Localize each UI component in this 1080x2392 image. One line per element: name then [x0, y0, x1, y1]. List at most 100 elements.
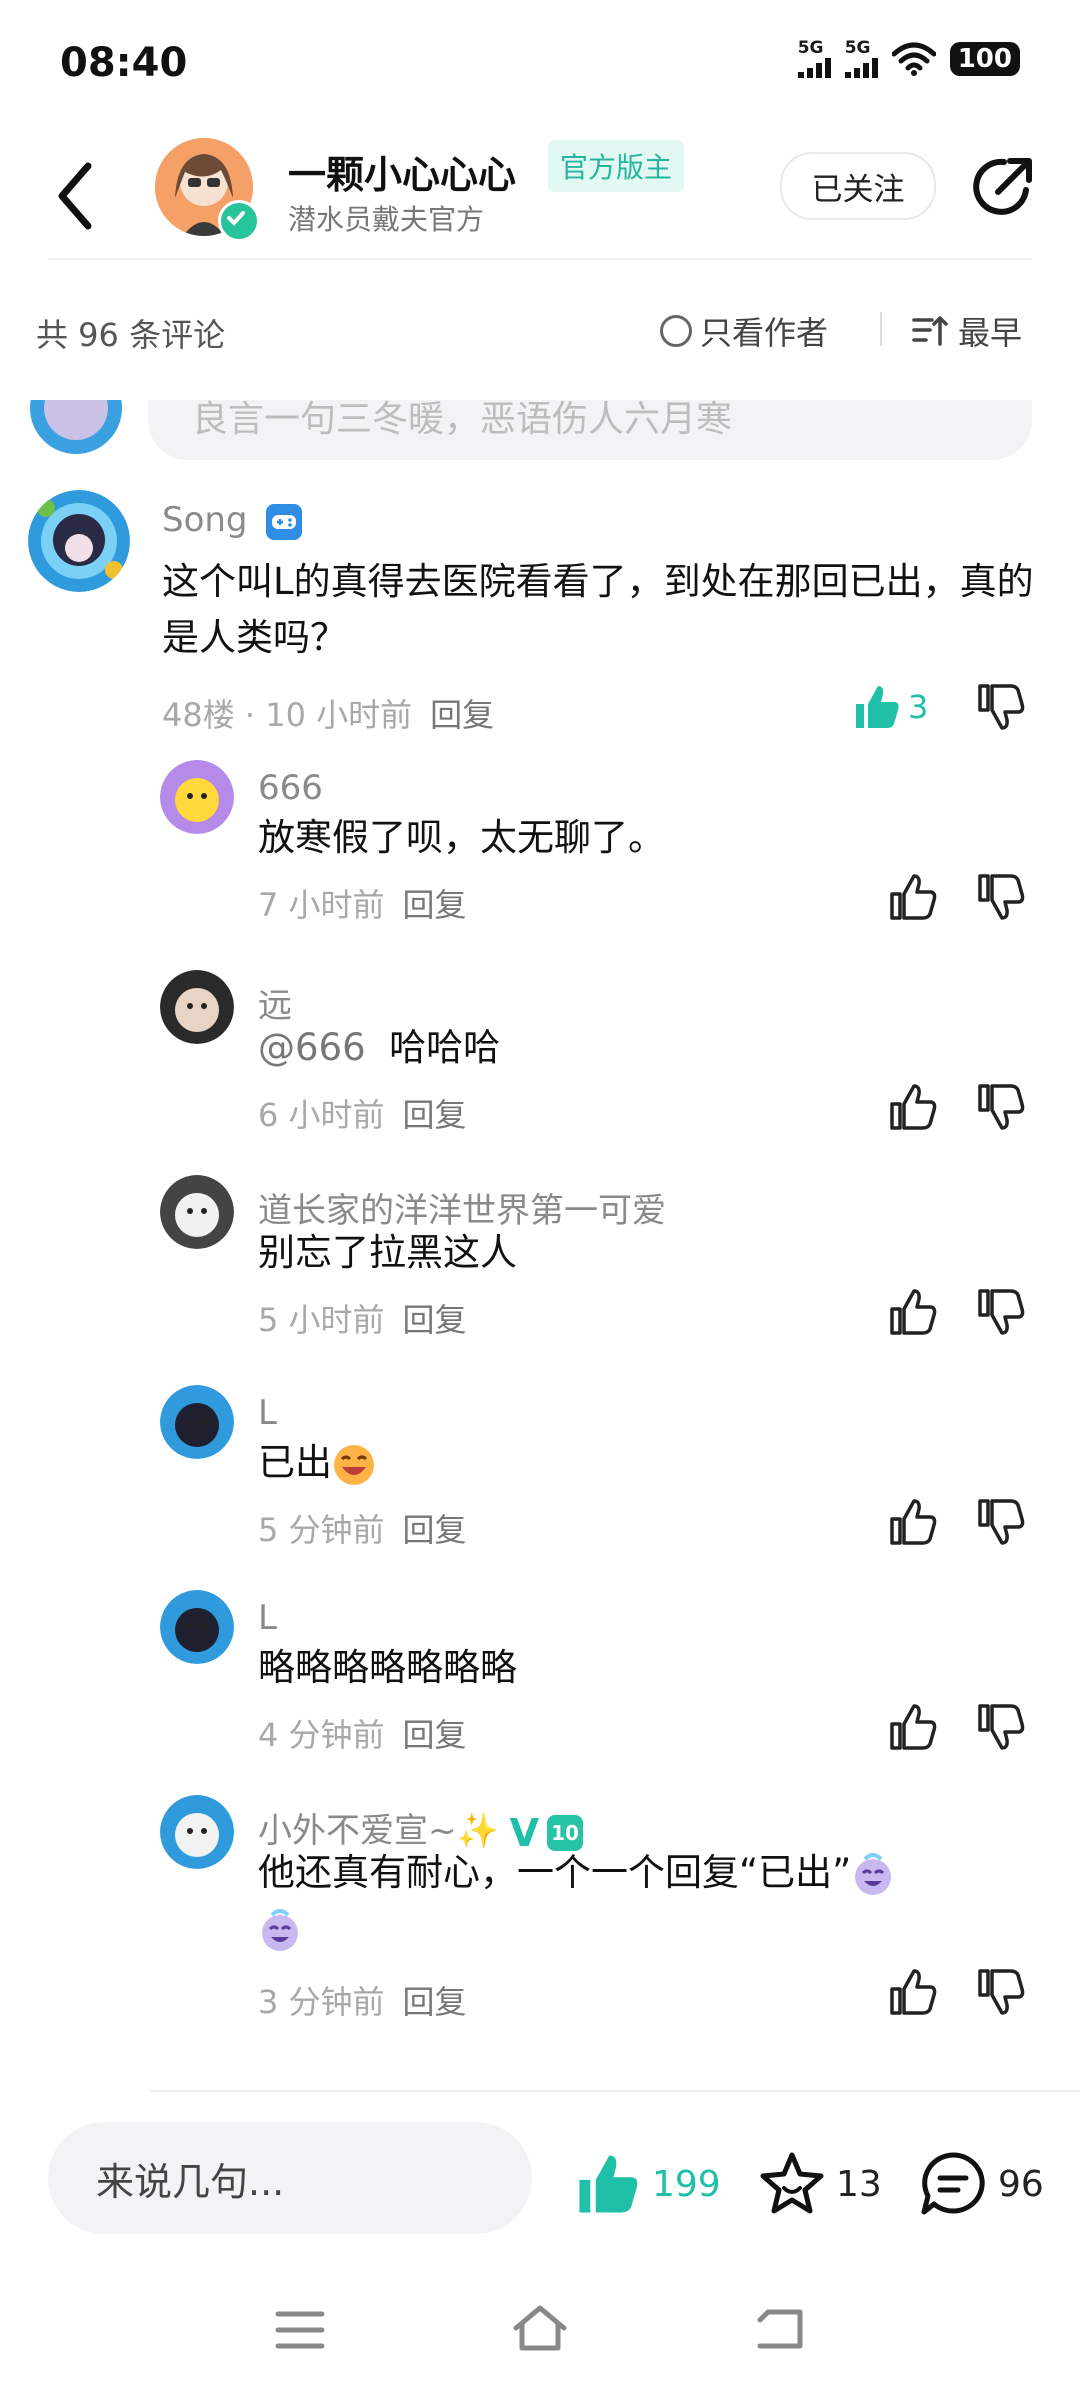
like-post-button[interactable]: 199	[574, 2150, 721, 2218]
reply-button[interactable]: 回复	[403, 1716, 467, 1754]
like-button[interactable]	[888, 1082, 938, 1136]
reply-button[interactable]: 回复	[403, 1511, 467, 1549]
divider	[880, 312, 882, 346]
reply-button[interactable]: 回复	[403, 1301, 467, 1339]
like-button[interactable]: 3	[852, 682, 928, 732]
favorite-button[interactable]: 13	[758, 2150, 882, 2218]
reply-meta: 4 分钟前 回复	[258, 1710, 467, 1756]
dislike-button[interactable]	[976, 1702, 1026, 1756]
avatar[interactable]	[160, 1385, 234, 1459]
reply-text-body: 他还真有耐心，一个一个回复“已出”	[258, 1851, 852, 1894]
comments-button[interactable]: 96	[918, 2150, 1044, 2218]
back-nav-icon[interactable]	[752, 2304, 808, 2352]
moderator-badge: 官方版主	[548, 140, 685, 192]
avatar[interactable]	[160, 1175, 234, 1249]
reply-meta: 3 分钟前 回复	[258, 1977, 467, 2023]
replier-name-text: L	[258, 1598, 277, 1638]
author-name[interactable]: 一颗小心心心	[288, 144, 516, 199]
comment-bubble-icon	[921, 2152, 985, 2215]
replier-name[interactable]: 666	[258, 768, 323, 808]
signal-icon: 5G	[844, 40, 878, 78]
like-button[interactable]	[888, 1287, 938, 1341]
dislike-button[interactable]	[976, 1497, 1026, 1551]
gamepad-badge-icon	[266, 503, 303, 540]
reply-time: 7 小时前	[258, 886, 385, 924]
comment-meta: 48楼 · 10 小时前 回复	[162, 690, 494, 736]
clock: 08:40	[60, 40, 188, 86]
only-author-toggle[interactable]: 只看作者	[660, 308, 828, 354]
crying-laugh-emoji-icon	[855, 1852, 892, 1895]
reply-text: 他还真有耐心，一个一个回复“已出”	[258, 1845, 998, 1957]
reply-time: 3 分钟前	[258, 1983, 385, 2021]
thumbs-down-icon	[978, 1969, 1025, 2015]
avatar[interactable]	[28, 490, 130, 592]
reply-item: 远 @666 哈哈哈 6 小时前 回复	[0, 970, 1080, 1170]
reply-button[interactable]: 回复	[403, 1983, 467, 2021]
home-icon[interactable]	[510, 2302, 570, 2354]
sort-label: 最早	[958, 314, 1023, 352]
like-button[interactable]	[888, 1967, 938, 2021]
comment-input[interactable]: 来说几句...	[48, 2122, 532, 2234]
dislike-button[interactable]	[976, 1287, 1026, 1341]
dislike-button[interactable]	[976, 1082, 1026, 1136]
sort-icon	[912, 316, 948, 346]
thumbs-up-icon	[890, 1084, 937, 1130]
reply-item: 小外不爱宣~✨ V 10 他还真有耐心，一个一个回复“已出” 3 分钟前 回复	[0, 1795, 1080, 2021]
thumbs-down-icon[interactable]	[976, 682, 1026, 732]
thumbs-up-icon	[890, 1289, 937, 1335]
reply-button[interactable]: 回复	[430, 696, 494, 734]
mention-link[interactable]: @666	[258, 1026, 366, 1069]
back-icon[interactable]	[48, 156, 108, 236]
comment-input-placeholder: 来说几句...	[96, 2159, 285, 2204]
wifi-icon	[891, 42, 936, 76]
like-button[interactable]	[888, 872, 938, 926]
divider	[150, 2090, 1080, 2092]
comment-item: Song 这个叫L的真得去医院看看了，到处在那回已出，真的是人类吗？ 48楼 ·…	[0, 490, 1080, 750]
dislike-button[interactable]	[976, 1967, 1026, 2021]
avatar[interactable]	[160, 1590, 234, 1664]
avatar[interactable]	[28, 400, 124, 456]
reply-preview[interactable]: 良言一句三冬暖，恶语伤人六月寒	[148, 400, 1032, 460]
reply-text-body: 已出	[258, 1441, 332, 1484]
commenter-name-text: Song	[162, 500, 248, 540]
thumbs-up-icon	[890, 1969, 937, 2015]
reply-preview-text: 良言一句三冬暖，恶语伤人六月寒	[192, 400, 733, 440]
reply-text-body: 略略略略略略略	[258, 1646, 517, 1689]
replier-name[interactable]: L	[258, 1393, 277, 1433]
reply-text-body: 放寒假了呗，太无聊了。	[258, 816, 665, 859]
follow-button[interactable]: 已关注	[780, 152, 936, 220]
menu-icon[interactable]	[272, 2308, 328, 2352]
reply-item: L 略略略略略略略 4 分钟前 回复	[0, 1590, 1080, 1790]
thumbs-up-filled-icon	[856, 686, 899, 728]
thumbs-up-icon	[890, 874, 937, 920]
dislike-button[interactable]	[976, 872, 1026, 926]
thumbs-down-icon	[978, 874, 1025, 920]
star-icon	[760, 2152, 824, 2214]
replier-name[interactable]: L	[258, 1598, 277, 1638]
replier-name-text: 666	[258, 768, 323, 808]
reply-time: 5 小时前	[258, 1301, 385, 1339]
reply-text: 别忘了拉黑这人	[258, 1225, 998, 1281]
thumbs-down-icon	[978, 1084, 1025, 1130]
verified-icon	[218, 200, 260, 242]
comment-count-bottom: 96	[998, 2163, 1044, 2205]
reply-button[interactable]: 回复	[403, 1096, 467, 1134]
reply-text: 略略略略略略略	[258, 1640, 998, 1696]
sort-button[interactable]: 最早	[912, 308, 1022, 354]
avatar[interactable]	[160, 1795, 234, 1869]
reply-meta: 7 小时前 回复	[258, 880, 467, 926]
like-button[interactable]	[888, 1702, 938, 1756]
bottom-action-bar: 来说几句... 199 13 96	[0, 2090, 1080, 2270]
reply-button[interactable]: 回复	[403, 886, 467, 924]
like-button[interactable]	[888, 1497, 938, 1551]
commenter-name[interactable]: Song	[162, 500, 304, 542]
avatar[interactable]	[160, 760, 234, 834]
share-icon[interactable]	[968, 152, 1038, 222]
thumbs-down-icon	[978, 1289, 1025, 1335]
divider	[48, 258, 1032, 260]
signal-icon: 5G	[797, 40, 831, 78]
post-header: 一颗小心心心 官方版主 潜水员戴夫官方 已关注	[0, 130, 1080, 260]
reply-time: 5 分钟前	[258, 1511, 385, 1549]
comment-filter-bar: 共 96 条评论 只看作者 最早	[0, 290, 1080, 370]
avatar[interactable]	[160, 970, 234, 1044]
